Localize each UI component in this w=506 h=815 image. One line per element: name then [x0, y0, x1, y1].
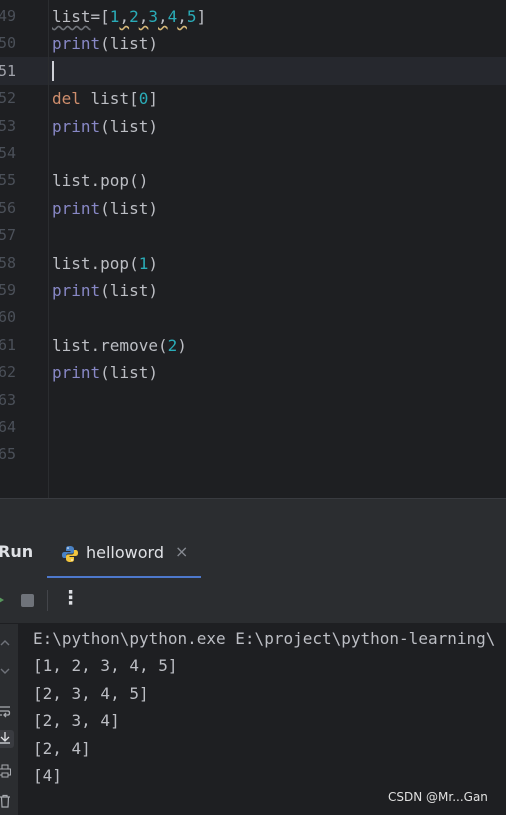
code-token: 0 [138, 89, 149, 109]
code-line[interactable]: print(list) [52, 359, 158, 386]
code-token: list [52, 7, 91, 26]
run-header: Run helloword × [0, 528, 506, 579]
run-title: Run [0, 542, 34, 561]
code-token: print [52, 116, 101, 136]
code-token: list[ [80, 89, 139, 109]
line-number[interactable]: 49 [0, 3, 28, 30]
code-token: (list) [100, 198, 158, 218]
code-line[interactable]: list=[1,2,3,4,5] [52, 3, 206, 30]
console-output[interactable]: E:\python\python.exe E:\project\python-l… [18, 624, 506, 815]
text-caret [52, 61, 54, 81]
code-line[interactable]: print(list) [52, 277, 158, 304]
code-token: (list) [100, 116, 158, 136]
line-number[interactable]: 50 [0, 30, 28, 57]
line-number[interactable]: 55 [0, 167, 28, 194]
code-line[interactable]: print(list) [52, 113, 158, 140]
code-token: print [52, 34, 101, 54]
line-number[interactable]: 65 [0, 441, 28, 468]
watermark: CSDN @Mr...Gan [388, 790, 488, 804]
console-line: [2, 3, 4, 5] [33, 683, 149, 703]
scroll-to-end-icon[interactable] [0, 730, 14, 748]
line-number[interactable]: 51 [0, 58, 28, 85]
code-line[interactable]: print(list) [52, 195, 158, 222]
code-line[interactable]: list.pop(1) [52, 250, 158, 277]
code-token: (list) [100, 363, 158, 383]
scroll-up-icon[interactable] [0, 636, 14, 654]
code-token: 4 [167, 7, 178, 26]
console-line: [2, 3, 4] [33, 711, 120, 731]
console-line: [2, 4] [33, 738, 91, 758]
console-line: [1, 2, 3, 4, 5] [33, 656, 178, 676]
code-token: 1 [138, 253, 149, 273]
console-line: E:\python\python.exe E:\project\python-l… [33, 629, 496, 648]
panel-splitter[interactable] [0, 498, 506, 529]
code-token: =[ [90, 7, 110, 26]
close-icon[interactable]: × [175, 542, 188, 561]
line-number[interactable]: 58 [0, 250, 28, 277]
stop-icon[interactable] [21, 594, 34, 607]
line-number-gutter[interactable]: 49 50 51 52 53 54 55 56 57 58 59 60 61 62 63 64 65 [0, 0, 49, 498]
console-line: [4] [33, 766, 62, 785]
code-token: 5 [186, 7, 197, 26]
line-number[interactable]: 59 [0, 277, 28, 304]
code-token: 1 [109, 7, 120, 26]
line-number[interactable]: 61 [0, 332, 28, 359]
code-token: ) [177, 335, 187, 355]
run-tool-window: Run helloword × ⋮ E:\python\python.exe E… [0, 528, 506, 815]
soft-wrap-icon[interactable] [0, 704, 14, 722]
scroll-down-icon[interactable] [0, 664, 14, 682]
current-line-highlight [0, 57, 506, 85]
code-line[interactable]: del list[0] [52, 85, 158, 112]
code-token: , [177, 7, 187, 26]
code-token: list.pop() [52, 171, 149, 191]
line-number[interactable]: 57 [0, 222, 28, 249]
line-number[interactable]: 54 [0, 140, 28, 167]
code-token: list.remove( [52, 335, 168, 355]
tab-label: helloword [86, 543, 164, 562]
line-number[interactable]: 64 [0, 414, 28, 441]
code-token: ] [148, 89, 158, 109]
code-token: , [138, 7, 149, 26]
python-icon [62, 546, 78, 562]
code-token: ) [148, 253, 158, 273]
print-icon[interactable] [0, 764, 14, 782]
console-side-toolbar [0, 624, 18, 815]
rerun-icon[interactable] [0, 592, 6, 608]
line-number[interactable]: 63 [0, 387, 28, 414]
code-token: del [52, 89, 81, 109]
code-token: , [158, 7, 168, 26]
code-token: , [119, 7, 130, 26]
code-token: 2 [167, 335, 178, 355]
code-token: print [52, 363, 101, 383]
line-number[interactable]: 60 [0, 304, 28, 331]
code-line[interactable]: print(list) [52, 30, 158, 57]
trash-icon[interactable] [0, 794, 14, 812]
run-toolbar: ⋮ [0, 578, 506, 624]
toolbar-divider [47, 590, 48, 611]
code-token: print [52, 281, 101, 300]
code-token: 2 [129, 7, 139, 26]
code-token: print [52, 198, 101, 218]
code-line[interactable]: list.pop() [52, 167, 148, 194]
code-token: ] [196, 7, 207, 26]
code-token: (list) [100, 34, 158, 54]
line-number[interactable]: 56 [0, 195, 28, 222]
code-token: 3 [148, 7, 158, 26]
tab-helloword[interactable]: helloword × [47, 528, 201, 579]
line-number[interactable]: 52 [0, 85, 28, 112]
code-token: (list) [100, 281, 158, 300]
line-number[interactable]: 62 [0, 359, 28, 386]
code-line[interactable]: list.remove(2) [52, 332, 187, 359]
code-editor[interactable]: 49 50 51 52 53 54 55 56 57 58 59 60 61 62 63 64 65 list=… [0, 0, 506, 498]
code-token: list.pop( [52, 253, 139, 273]
more-options-icon[interactable]: ⋮ [61, 587, 80, 609]
line-number[interactable]: 53 [0, 113, 28, 140]
